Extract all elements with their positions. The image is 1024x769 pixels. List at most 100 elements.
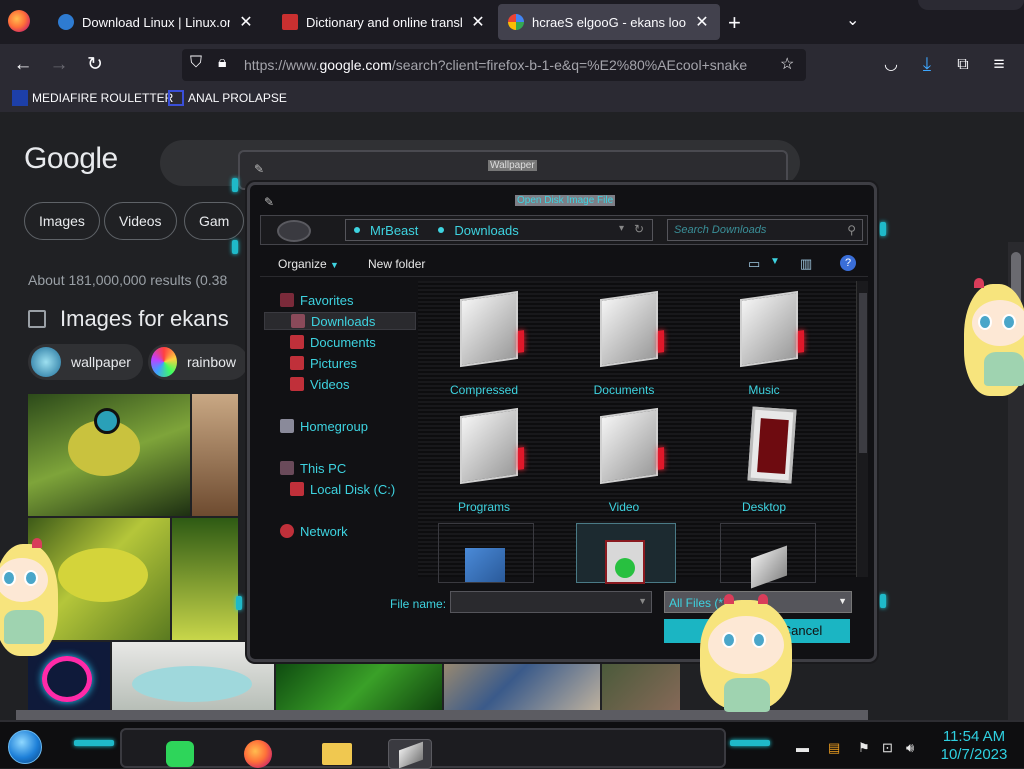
refine-pill-wallpaper[interactable]: wallpaper [28,344,143,380]
nav-pictures[interactable]: Pictures [290,354,357,372]
chip-games[interactable]: Gam [184,202,244,240]
menu-icon[interactable]: ≡ [986,52,1012,78]
file-item[interactable] [438,523,534,583]
tab-linux-org[interactable]: Download Linux | Linux.org ✕ [48,4,264,40]
close-icon[interactable]: ✕ [470,12,486,32]
new-folder-button[interactable]: New folder [368,257,425,271]
tab-google-search[interactable]: hcraeS elgooG - ekans looc ✕ [498,4,720,40]
back-icon[interactable]: ← [10,52,36,78]
folder-programs[interactable]: Programs [424,407,544,518]
folder-label: Documents [593,383,655,397]
nav-local-disk[interactable]: Local Disk (C:) [290,480,395,498]
google-logo[interactable]: Google [24,142,118,176]
sticker-character [700,590,792,720]
nav-favorites[interactable]: Favorites [280,291,353,309]
task-settings-tool[interactable] [388,739,432,769]
taskbar-clock[interactable]: 11:54 AM 10/7/2023 [932,728,1016,764]
scrollbar-thumb[interactable] [859,293,867,453]
url-host: google.com [319,57,392,73]
sticker-horn [724,594,734,604]
folder-music[interactable]: Music [704,290,824,401]
organize-button[interactable]: Organize ▼ [278,257,339,271]
downloads-icon[interactable]: ⤓ [914,52,940,78]
java-update-icon[interactable]: ▤ [828,740,840,756]
refresh-icon[interactable]: ↻ [634,222,644,236]
refine-pill-rainbow[interactable]: rainbow [148,344,248,380]
chevron-down-icon[interactable]: ▼ [770,256,780,267]
search-downloads-input[interactable]: Search Downloads ⚲ [667,219,863,241]
lock-icon[interactable]: 🔒︎ [218,54,227,72]
navigation-pane: Favorites Downloads Documents Pictures V… [260,281,418,577]
preview-pane-icon[interactable]: ▥ [800,256,812,272]
task-file-explorer[interactable] [314,739,358,769]
frame-light [880,222,886,236]
chip-videos[interactable]: Videos [104,202,177,240]
chevron-down-icon[interactable]: ▾ [619,223,624,234]
file-name-input[interactable]: ▼ [450,591,652,613]
nav-downloads[interactable]: Downloads [264,312,416,330]
forward-icon[interactable]: → [46,52,72,78]
breadcrumb-item[interactable]: Downloads [438,223,519,238]
folder-desktop[interactable]: Desktop [704,406,824,518]
sticker-horn [974,278,984,288]
sticker-eye [752,632,766,648]
new-tab-button[interactable]: + [728,10,741,36]
nav-label: Local Disk (C:) [310,481,396,497]
folder-compressed[interactable]: Compressed [424,290,544,401]
chip-images[interactable]: Images [24,202,100,240]
nav-documents[interactable]: Documents [290,333,376,351]
pill-label: wallpaper [71,354,131,370]
breadcrumb[interactable]: MrBeast Downloads ▾ ↻ [345,219,653,241]
breadcrumb-separator-icon [354,227,360,233]
file-item-selected[interactable] [576,523,676,584]
file-item[interactable] [720,523,816,589]
image-result[interactable] [28,394,190,516]
file-list-scrollbar[interactable] [856,281,868,577]
frame-light [236,596,242,610]
extensions-icon[interactable]: ⧉ [950,52,976,78]
action-center-flag-icon[interactable]: ⚑ [858,740,870,756]
pin-icon[interactable]: ✎ [254,162,268,176]
reload-icon[interactable]: ↻ [82,52,108,78]
sticker-eye [722,632,736,648]
view-options-icon[interactable]: ▭ [748,256,760,272]
task-notes-app[interactable] [158,739,202,769]
start-button[interactable] [8,730,42,764]
sticker-character [0,536,64,660]
image-result[interactable] [192,394,238,516]
settings-tool-icon [399,741,423,769]
back-forward-orb[interactable] [277,220,311,242]
network-tray-icon[interactable]: ⊡ [882,740,893,756]
list-all-tabs-icon[interactable]: ⌄ [846,10,859,30]
url-bar[interactable]: ⛉ 🔒︎ https://www.google.com/search?clien… [182,49,806,81]
downloads-folder-icon [291,314,305,328]
breadcrumb-item[interactable]: MrBeast [354,223,418,238]
image-result[interactable] [172,518,238,640]
task-firefox[interactable] [236,739,280,769]
volume-icon[interactable]: 🔊︎ [906,740,914,756]
keyboard-icon[interactable]: ▬ [796,740,809,755]
bookmark-second[interactable]: ANAL PROLAPSE [168,90,287,106]
tab-bar: Download Linux | Linux.org ✕ Dictionary … [0,0,1024,44]
folder-video[interactable]: Video [564,407,684,518]
folder-documents[interactable]: Documents [564,290,684,401]
chevron-down-icon[interactable]: ▼ [638,596,647,606]
close-icon[interactable]: ✕ [694,12,710,32]
pocket-icon[interactable]: ◡ [878,52,904,78]
nav-label: Favorites [300,292,354,308]
organize-label: Organize [278,257,327,271]
url-path: /search?client=firefox-b-1-e&q=%E2%80%AE… [391,57,748,73]
nav-homegroup[interactable]: Homegroup [280,417,368,435]
help-button[interactable]: ? [840,255,856,271]
pin-icon[interactable]: ✎ [264,195,278,209]
bookmark-star-icon[interactable]: ☆ [780,54,794,74]
tracking-protection-icon[interactable]: ⛉ [190,54,202,72]
firefox-icon[interactable] [8,10,30,32]
close-icon[interactable]: ✕ [238,12,254,32]
nav-videos[interactable]: Videos [290,375,350,393]
tab-dictionary[interactable]: Dictionary and online translatio ✕ [272,4,496,40]
nav-this-pc[interactable]: This PC [280,459,346,477]
bookmark-mediafire[interactable]: MEDIAFIRE ROULETTER [12,90,173,106]
nav-network[interactable]: Network [280,522,348,540]
url-text[interactable]: https://www.google.com/search?client=fir… [244,57,747,73]
